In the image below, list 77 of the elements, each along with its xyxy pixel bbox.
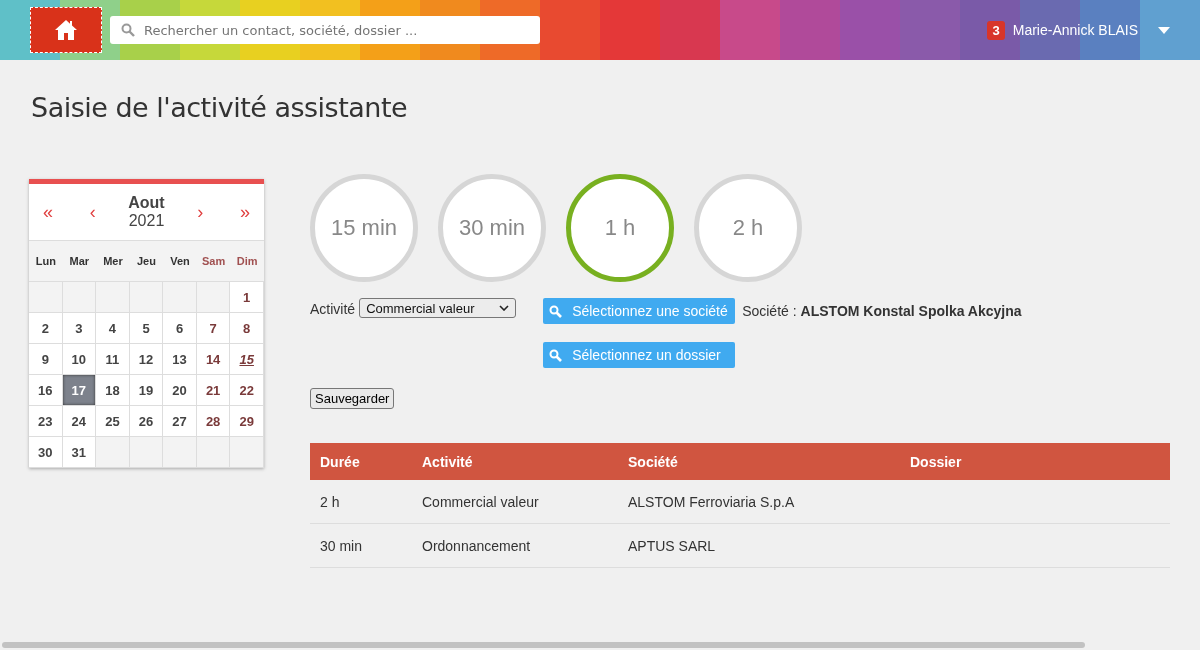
day-cell[interactable]: 11 bbox=[96, 344, 130, 375]
day-cell[interactable]: 23 bbox=[29, 406, 63, 437]
month-label: Aout bbox=[128, 194, 165, 212]
column-header: Activité bbox=[412, 443, 618, 480]
weekday-header: Jeu bbox=[129, 241, 164, 282]
day-cell[interactable]: 8 bbox=[230, 313, 264, 344]
day-cell[interactable]: 1 bbox=[230, 282, 264, 313]
search-icon bbox=[549, 348, 563, 362]
day-cell[interactable]: 10 bbox=[62, 344, 97, 375]
day-cell[interactable]: 7 bbox=[196, 313, 231, 344]
search-field[interactable]: Rechercher un contact, société, dossier ... bbox=[110, 16, 540, 44]
search-icon bbox=[549, 304, 563, 318]
day-cell[interactable]: 25 bbox=[96, 406, 130, 437]
table-cell: 2 h bbox=[320, 493, 340, 510]
column-header: Durée bbox=[310, 443, 412, 480]
day-cell[interactable]: 20 bbox=[163, 375, 197, 406]
duration-button[interactable]: 30 min bbox=[438, 174, 546, 282]
day-cell[interactable]: 12 bbox=[129, 344, 164, 375]
activity-label: Activité bbox=[310, 301, 356, 317]
day-cell[interactable]: 21 bbox=[196, 375, 231, 406]
day-cell[interactable]: 5 bbox=[129, 313, 164, 344]
nav-arrow[interactable]: ‹ bbox=[85, 201, 100, 223]
user-name[interactable]: Marie-Annick BLAIS bbox=[1012, 22, 1138, 38]
day-cell[interactable]: 14 bbox=[196, 344, 231, 375]
day-cell[interactable]: 22 bbox=[230, 375, 264, 406]
day-cell[interactable]: 26 bbox=[129, 406, 164, 437]
company-label: Société : bbox=[742, 303, 797, 319]
day-cell[interactable]: 6 bbox=[163, 313, 197, 344]
day-cell[interactable]: 18 bbox=[96, 375, 130, 406]
table-cell: ALSTOM Ferroviaria S.p.A bbox=[628, 493, 795, 510]
day-cell[interactable]: 3 bbox=[62, 313, 97, 344]
year-label: 2021 bbox=[128, 212, 165, 230]
duration-button[interactable]: 1 h bbox=[566, 174, 674, 282]
day-cell[interactable]: 17 bbox=[62, 375, 97, 406]
nav-arrow[interactable]: « bbox=[39, 201, 57, 223]
day-cell[interactable]: 31 bbox=[62, 437, 97, 468]
scrollbar[interactable] bbox=[2, 642, 1085, 648]
nav-arrow[interactable]: » bbox=[235, 201, 254, 223]
day-cell[interactable]: 4 bbox=[96, 313, 130, 344]
column-header: Société bbox=[618, 443, 900, 480]
table-cell: 30 min bbox=[320, 537, 363, 554]
table-cell: Commercial valeur bbox=[422, 493, 539, 510]
search-icon bbox=[121, 23, 135, 37]
table-cell: APTUS SARL bbox=[628, 537, 716, 554]
weekday-header: Ven bbox=[163, 241, 197, 282]
weekday-header: Lun bbox=[29, 241, 63, 282]
duration-button[interactable]: 15 min bbox=[310, 174, 418, 282]
caret-icon[interactable] bbox=[1158, 26, 1170, 34]
day-cell[interactable]: 30 bbox=[29, 437, 63, 468]
empty-day-cell bbox=[129, 437, 164, 468]
day-cell[interactable]: 2 bbox=[29, 313, 63, 344]
weekday-header: Mar bbox=[62, 241, 97, 282]
day-cell[interactable]: 29 bbox=[230, 406, 264, 437]
nav-arrow[interactable]: › bbox=[193, 201, 208, 223]
day-cell[interactable]: 16 bbox=[29, 375, 63, 406]
table-cell: Ordonnancement bbox=[422, 537, 531, 554]
day-cell[interactable]: 9 bbox=[29, 344, 63, 375]
empty-day-cell bbox=[230, 437, 264, 468]
day-cell[interactable]: 28 bbox=[196, 406, 231, 437]
home-icon bbox=[54, 18, 78, 42]
day-cell[interactable]: 27 bbox=[163, 406, 197, 437]
page-title: Saisie de l'activité assistante bbox=[31, 92, 409, 123]
weekday-header: Sam bbox=[196, 241, 231, 282]
chevron-icon bbox=[499, 305, 510, 311]
column-header: Dossier bbox=[900, 443, 1170, 480]
day-cell[interactable]: 13 bbox=[163, 344, 197, 375]
save-button[interactable]: Sauvegarder bbox=[310, 388, 395, 409]
activity-select[interactable]: Commercial valeur bbox=[359, 298, 517, 318]
day-cell[interactable]: 15 bbox=[230, 344, 264, 375]
empty-day-cell bbox=[196, 437, 231, 468]
company-value: ALSTOM Konstal Spolka Akcyjna bbox=[800, 303, 1022, 319]
day-cell[interactable]: 24 bbox=[62, 406, 97, 437]
day-cell[interactable]: 19 bbox=[129, 375, 164, 406]
duration-button[interactable]: 2 h bbox=[694, 174, 802, 282]
weekday-header: Mer bbox=[96, 241, 130, 282]
empty-day-cell bbox=[163, 437, 197, 468]
home-button[interactable] bbox=[30, 7, 102, 53]
